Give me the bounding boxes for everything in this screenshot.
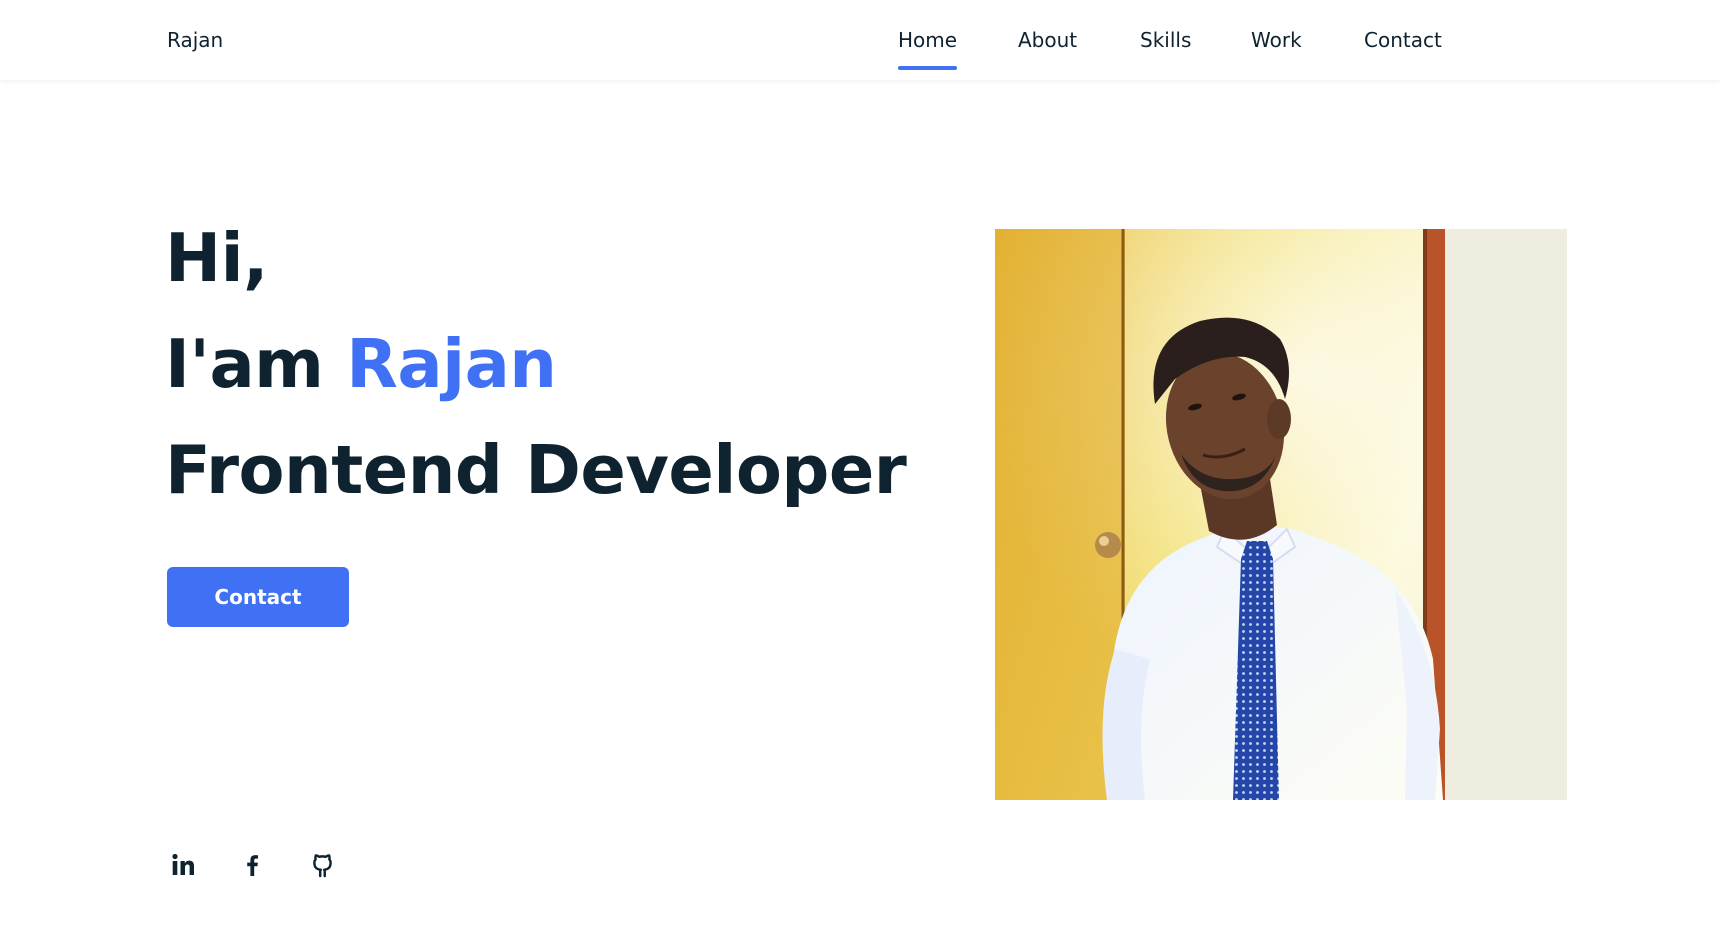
- brand-logo[interactable]: Rajan: [167, 28, 223, 52]
- facebook-link[interactable]: [236, 848, 270, 882]
- nav-contact[interactable]: Contact: [1364, 28, 1442, 52]
- hero-intro-prefix: I'am: [165, 325, 324, 403]
- profile-photo: [995, 229, 1567, 800]
- active-nav-indicator: [898, 66, 958, 70]
- nav-skills-label: Skills: [1140, 28, 1192, 52]
- nav-work[interactable]: Work: [1251, 28, 1302, 52]
- hero-title: Hi, I'am Rajan Frontend Developer: [165, 205, 907, 523]
- nav-contact-label: Contact: [1364, 28, 1442, 52]
- hero-greeting: Hi,: [165, 219, 269, 297]
- nav-skills[interactable]: Skills: [1140, 28, 1191, 52]
- contact-button[interactable]: Contact: [167, 567, 349, 627]
- site-header: Rajan Home About Skills Work Contact: [0, 0, 1720, 80]
- linkedin-link[interactable]: [166, 848, 200, 882]
- linkedin-icon: [170, 852, 196, 878]
- nav-work-label: Work: [1251, 28, 1302, 52]
- hero-name: Rajan: [346, 325, 557, 403]
- github-link[interactable]: [306, 848, 340, 882]
- nav-home-label: Home: [898, 28, 958, 52]
- facebook-icon: [240, 852, 266, 878]
- nav-about[interactable]: About: [1018, 28, 1077, 52]
- nav-about-label: About: [1018, 28, 1078, 52]
- nav-home[interactable]: Home: [898, 28, 958, 70]
- github-icon: [309, 851, 337, 879]
- hero-role: Frontend Developer: [165, 431, 907, 509]
- hero-intro: I'am Rajan: [165, 311, 906, 417]
